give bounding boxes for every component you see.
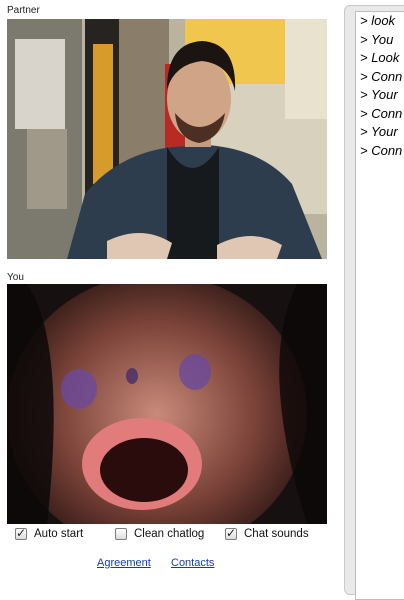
chatlog-line: > Your — [360, 87, 398, 102]
contacts-link-wrap: Contacts — [171, 557, 214, 569]
chatlog[interactable]: > look > You > Look > Conn > Your > Conn > You… — [355, 11, 404, 600]
you-label: You — [7, 272, 24, 283]
auto-start-checkbox[interactable]: Auto start — [15, 526, 84, 540]
partner-video-frame — [7, 19, 327, 259]
chatlog-line: > Look — [360, 50, 400, 65]
chatlog-line: > Your — [360, 124, 398, 139]
agreement-link[interactable]: Agreement — [97, 557, 151, 569]
chatlog-line: > Conn — [360, 68, 403, 84]
auto-start-label: Auto start — [34, 528, 84, 540]
clean-chatlog-checkbox[interactable]: Clean chatlog — [115, 528, 204, 540]
clean-chatlog-checkbox-box[interactable] — [115, 528, 127, 540]
you-video-frame — [7, 284, 327, 524]
chatlog-line: > look — [360, 13, 396, 28]
chat-sounds-checkbox[interactable]: Chat sounds — [225, 526, 309, 540]
video-controls: Auto start Clean chatlog Chat sounds — [15, 526, 335, 546]
auto-start-checkbox-box[interactable] — [15, 526, 27, 540]
agreement-link-wrap: Agreement — [97, 557, 151, 569]
partner-label: Partner — [7, 5, 40, 16]
chatlog-line: > Conn — [360, 142, 403, 158]
chatlog-panel: > look > You > Look > Conn > Your > Conn > You… — [344, 5, 404, 600]
you-video — [7, 284, 327, 524]
clean-chatlog-label: Clean chatlog — [134, 528, 205, 540]
partner-video — [7, 19, 327, 259]
chatlog-line: > You — [360, 31, 394, 47]
chat-sounds-label: Chat sounds — [244, 528, 309, 540]
chatlog-line: > Conn — [360, 105, 403, 121]
contacts-link[interactable]: Contacts — [171, 557, 214, 569]
chat-sounds-checkbox-box[interactable] — [225, 526, 237, 540]
